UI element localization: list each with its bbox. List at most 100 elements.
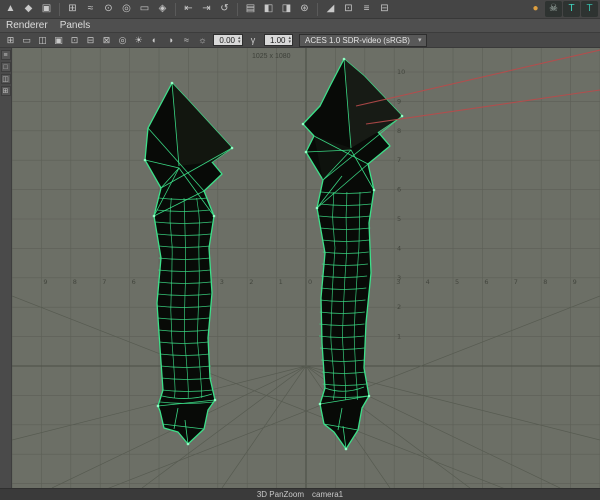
select-mask-component-icon[interactable]: ▣	[38, 1, 55, 17]
icon-glyph: ◈	[158, 3, 167, 14]
maya-window: ▲ ◆ ▣ ⊞ ≈ ⊙ ◎ ▭ ◈ ⇤ ⇥ ↺ ▤ ◧ ◨ ⊛ ◢ ⊡ ≡ ⊟ …	[0, 0, 600, 500]
graph-editor-icon[interactable]: ≡	[358, 1, 375, 17]
pane-menu-icon[interactable]: ≡	[0, 50, 11, 60]
two-pane-layout-icon[interactable]: ◫	[0, 74, 11, 84]
vertex-dot	[230, 146, 234, 150]
grid-number: 8	[73, 278, 77, 286]
spinner-arrows[interactable]: ▴ ▾	[289, 36, 293, 45]
snap-to-point-icon[interactable]: ⊙	[100, 1, 117, 17]
vertex-dot	[372, 188, 376, 192]
lighting-icon[interactable]: ☀	[131, 34, 146, 47]
grid-number: 1	[397, 333, 401, 341]
spinner-down-icon[interactable]: ▾	[289, 40, 292, 45]
right-greave-mesh[interactable]	[301, 57, 404, 451]
gate-mask-icon[interactable]: ▣	[51, 34, 66, 47]
motion-blur-icon[interactable]: ≈	[179, 34, 194, 47]
icon-glyph: ⊡	[70, 34, 79, 45]
skull-icon[interactable]: ☠	[545, 1, 562, 17]
character-t-pose-icon[interactable]: T	[581, 1, 598, 17]
icon-glyph: ▤	[245, 3, 256, 14]
resolution-gate-icon[interactable]: ◫	[35, 34, 50, 47]
render-settings-icon[interactable]: ⊛	[296, 1, 313, 17]
icon-glyph: ▣	[54, 34, 63, 45]
grid-number: 9	[573, 278, 577, 286]
spinner-down-icon[interactable]: ▾	[238, 40, 241, 45]
grid-axis-numbers: 987654321012345678912345678910	[43, 68, 576, 341]
gamma-icon[interactable]: γ	[246, 34, 261, 47]
uv-editor-icon[interactable]: ⊡	[340, 1, 357, 17]
gamma-field[interactable]: 1.00 ▴ ▾	[263, 34, 294, 46]
icon-glyph: ◐	[151, 34, 158, 45]
toolbar-separator	[175, 2, 176, 16]
output-connections-icon[interactable]: ⇥	[198, 1, 215, 17]
icon-glyph: ▭	[139, 3, 150, 14]
grid-number: 4	[397, 244, 401, 252]
safe-title-icon[interactable]: ⊠	[99, 34, 114, 47]
grid-number: 7	[102, 278, 106, 286]
ipr-render-icon[interactable]: ◨	[278, 1, 295, 17]
menu-renderer[interactable]: Renderer	[6, 20, 48, 31]
icon-glyph: ◎	[118, 34, 127, 45]
icon-glyph: □	[3, 63, 8, 71]
grid-number: 6	[132, 278, 136, 286]
open-render-view-icon[interactable]: ▤	[242, 1, 259, 17]
grid-toggle-icon[interactable]: ⊞	[3, 34, 18, 47]
construction-history-icon[interactable]: ↺	[216, 1, 233, 17]
snap-to-view-plane-icon[interactable]: ▭	[136, 1, 153, 17]
exposure-field[interactable]: 0.00 ▴ ▾	[213, 34, 243, 46]
input-connections-icon[interactable]: ⇤	[180, 1, 197, 17]
icon-glyph: ◨	[281, 3, 292, 14]
grid-number: 7	[514, 278, 518, 286]
shadows-icon[interactable]: ◐	[147, 34, 162, 47]
icon-glyph: ◆	[24, 3, 33, 14]
safe-action-icon[interactable]: ⊟	[83, 34, 98, 47]
sculpt-tool-icon[interactable]: ◢	[322, 1, 339, 17]
single-pane-layout-icon[interactable]: □	[0, 62, 11, 72]
viewport-canvas[interactable]: 987654321012345678912345678910	[12, 48, 600, 488]
icon-glyph: ☼	[198, 34, 207, 45]
icon-glyph: ⊞	[2, 87, 9, 95]
icon-glyph: ●	[532, 3, 539, 14]
snap-to-grid-icon[interactable]: ⊞	[64, 1, 81, 17]
icon-glyph: ▲	[5, 3, 16, 14]
menu-panels[interactable]: Panels	[60, 20, 91, 31]
icon-glyph: ◑	[167, 34, 174, 45]
snap-to-curve-icon[interactable]: ≈	[82, 1, 99, 17]
field-chart-icon[interactable]: ⊡	[67, 34, 82, 47]
grid-number: 7	[397, 156, 401, 164]
four-pane-layout-icon[interactable]: ⊞	[0, 86, 11, 96]
grid-number: 8	[543, 278, 547, 286]
grid-number: 2	[397, 303, 401, 311]
toolbar-separator	[237, 2, 238, 16]
grid-lines	[12, 48, 600, 488]
render-current-frame-icon[interactable]: ◧	[260, 1, 277, 17]
make-live-icon[interactable]: ◈	[154, 1, 171, 17]
vertex-dot	[143, 158, 147, 162]
film-gate-icon[interactable]: ▭	[19, 34, 34, 47]
view-transform-dropdown[interactable]: ACES 1.0 SDR-video (sRGB) ▾	[299, 33, 428, 47]
vertex-dot	[170, 81, 174, 85]
skeleton-t-pose-icon[interactable]: T	[563, 1, 580, 17]
occlusion-icon[interactable]: ◑	[163, 34, 178, 47]
icon-glyph: ↺	[220, 3, 229, 14]
isolate-select-icon[interactable]: ◎	[115, 34, 130, 47]
icon-glyph: ☠	[549, 3, 558, 14]
exposure-icon[interactable]: ☼	[195, 34, 210, 47]
vertex-dot	[301, 122, 305, 126]
toolbar-separator	[317, 2, 318, 16]
select-mask-hierarchy-icon[interactable]: ▲	[2, 1, 19, 17]
grid-number: 3	[220, 278, 224, 286]
select-mask-object-icon[interactable]: ◆	[20, 1, 37, 17]
sphere-material-icon[interactable]: ●	[527, 1, 544, 17]
left-greave-mesh[interactable]	[143, 81, 234, 446]
outliner-icon[interactable]: ⊟	[376, 1, 393, 17]
icon-glyph: ⊛	[300, 3, 309, 14]
panel-side-strip: ≡ □ ◫ ⊞	[0, 48, 12, 488]
icon-glyph: ◫	[38, 34, 47, 45]
snap-to-projected-center-icon[interactable]: ◎	[118, 1, 135, 17]
spinner-arrows[interactable]: ▴ ▾	[238, 36, 242, 45]
grid-number: 10	[397, 68, 405, 76]
icon-glyph: ≡	[363, 3, 370, 14]
grid-number: 1	[279, 278, 283, 286]
viewport-camera1[interactable]: 987654321012345678912345678910	[12, 48, 600, 488]
